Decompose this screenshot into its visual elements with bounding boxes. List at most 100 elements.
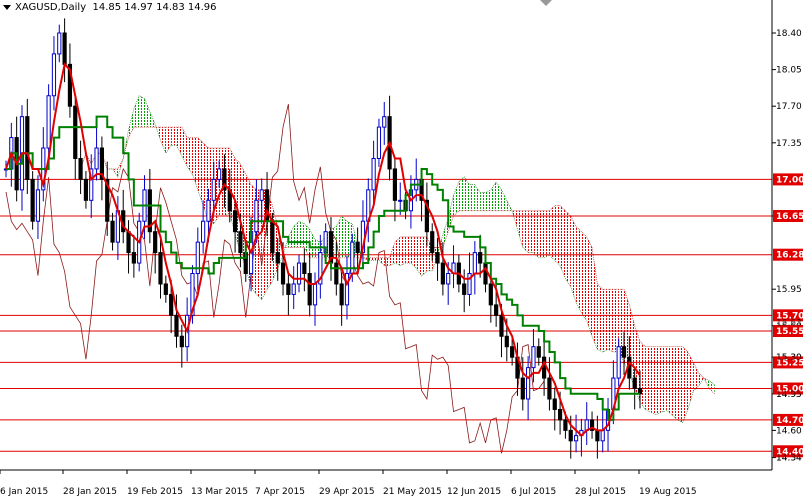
- candle-body: [600, 429, 605, 442]
- kumo-segment: [389, 242, 395, 266]
- candle-body: [547, 377, 552, 400]
- candle-body: [206, 199, 211, 222]
- kumo-segment: [666, 346, 672, 415]
- scroll-marker-icon: [540, 0, 552, 6]
- candle-body: [552, 398, 557, 410]
- candle-body: [339, 283, 344, 306]
- kumo-segment: [501, 189, 507, 211]
- kumo-segment: [592, 247, 598, 350]
- chart-title: XAGUSD,Daily 14.85 14.97 14.83 14.96: [3, 2, 217, 13]
- candle-body: [536, 346, 541, 358]
- time-tick-label: 7 Apr 2015: [255, 487, 305, 497]
- candle-body: [563, 419, 568, 431]
- candle-body: [280, 262, 286, 285]
- dropdown-triangle-icon[interactable]: [3, 4, 11, 10]
- kumo-segment: [677, 346, 683, 423]
- kumo-segment: [394, 236, 401, 266]
- candle-body: [35, 189, 41, 222]
- kumo-segment: [139, 95, 145, 128]
- candle-body: [131, 252, 136, 264]
- kumo-segment: [400, 236, 406, 266]
- kumo-segment: [197, 137, 204, 206]
- kumo-segment: [341, 215, 347, 258]
- candle-body: [286, 283, 291, 295]
- price-chart: 18.4018.0517.7017.3516.6515.9515.6015.30…: [0, 0, 803, 497]
- kumo-segment: [299, 221, 305, 248]
- candle-body: [232, 210, 238, 233]
- candle-body: [83, 178, 89, 201]
- kumo-segment: [416, 236, 422, 277]
- candle-body: [201, 220, 206, 243]
- candle-body: [531, 346, 536, 369]
- candle-body: [355, 241, 360, 254]
- candle-body: [494, 304, 499, 316]
- kumo-segment: [661, 346, 667, 413]
- candle-body: [483, 262, 488, 285]
- kumo-segment: [576, 226, 582, 313]
- price-tick-label: 15.95: [776, 285, 802, 295]
- candle-body: [312, 283, 318, 306]
- price-tick-label: 14.60: [776, 426, 802, 436]
- kumo-segment: [469, 184, 475, 211]
- kumo-segment: [554, 205, 561, 266]
- candle-body: [302, 262, 307, 275]
- candle-body: [25, 116, 30, 180]
- level-label: 16.65: [776, 212, 803, 222]
- kumo-segment: [405, 236, 411, 264]
- price-tick-label-partial: 15.63: [776, 319, 802, 329]
- candle-body: [51, 53, 57, 97]
- time-tick-label: 29 Apr 2015: [319, 487, 375, 497]
- kumo-segment: [474, 184, 481, 211]
- kumo-segment: [608, 289, 614, 352]
- kumo-segment: [171, 127, 177, 146]
- candle-body: [446, 273, 451, 285]
- candle-body: [153, 231, 158, 254]
- candle-body: [520, 377, 525, 400]
- candle-body: [382, 116, 387, 128]
- candle-body: [217, 168, 222, 180]
- symbol-label: XAGUSD,Daily: [15, 2, 87, 13]
- candle-body: [275, 252, 280, 264]
- price-tick-label-partial: 15.30: [776, 353, 802, 363]
- kumo-segment: [336, 215, 342, 258]
- kumo-segment: [522, 210, 529, 253]
- candle-body: [110, 220, 115, 243]
- candle-body: [126, 231, 131, 254]
- candle-body: [557, 408, 563, 421]
- kumo-segment: [192, 137, 198, 190]
- candle-body: [632, 377, 637, 390]
- candle-body: [94, 147, 99, 170]
- candle-body: [472, 252, 477, 275]
- candle-body: [478, 252, 483, 264]
- candle-body: [179, 335, 184, 348]
- level-label: 14.70: [776, 416, 803, 426]
- kumo-segment: [597, 283, 603, 352]
- kumo-segment: [682, 346, 688, 423]
- kumo-segment: [650, 346, 656, 415]
- candle-body: [163, 283, 168, 295]
- candle-body: [296, 262, 302, 285]
- kumo-segment: [586, 236, 593, 337]
- level-label: 16.28: [776, 251, 803, 261]
- kumo-segment: [581, 231, 587, 321]
- candle-body: [270, 220, 275, 254]
- kumo-segment: [703, 378, 710, 389]
- candle-body: [616, 346, 621, 379]
- price-tick-label: 17.35: [776, 139, 802, 149]
- candle-body: [307, 273, 312, 306]
- candle-body: [371, 157, 376, 191]
- kumo-segment: [453, 182, 459, 216]
- time-tick-label: 6 Jul 2015: [511, 487, 556, 497]
- candle-body: [526, 367, 531, 400]
- candle-body: [504, 335, 509, 348]
- candle-body: [46, 95, 51, 149]
- kumo-segment: [655, 346, 662, 415]
- kumo-segment: [293, 221, 300, 248]
- kumo-segment: [464, 176, 470, 211]
- candle-body: [595, 429, 600, 442]
- candle-body: [57, 32, 62, 55]
- candle-body: [435, 252, 440, 264]
- time-tick-label: 19 Aug 2015: [639, 487, 697, 497]
- candle-body: [62, 32, 67, 65]
- kumo-segment: [671, 346, 678, 420]
